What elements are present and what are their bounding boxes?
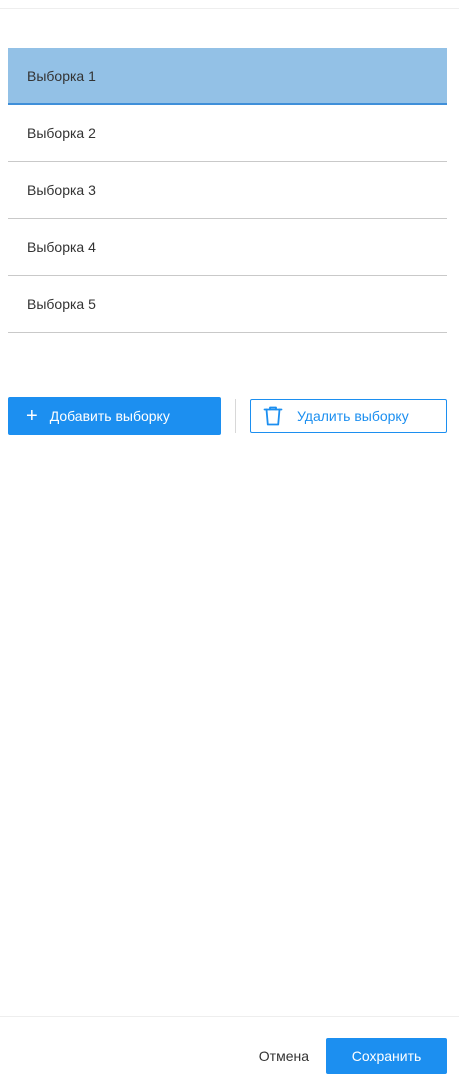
actions-divider — [235, 399, 236, 433]
sample-item-label: Выборка 3 — [27, 182, 96, 198]
dialog-footer: Отмена Сохранить — [0, 1038, 459, 1074]
trash-icon — [262, 405, 284, 427]
save-button[interactable]: Сохранить — [326, 1038, 447, 1074]
footer-divider — [0, 1016, 459, 1017]
delete-sample-label: Удалить выборку — [297, 408, 409, 424]
sample-item-label: Выборка 4 — [27, 239, 96, 255]
plus-icon: + — [26, 405, 38, 427]
sample-item-5[interactable]: Выборка 5 — [8, 276, 447, 333]
sample-item-label: Выборка 2 — [27, 125, 96, 141]
sample-item-2[interactable]: Выборка 2 — [8, 105, 447, 162]
add-sample-button[interactable]: + Добавить выборку — [8, 397, 221, 435]
sample-item-label: Выборка 5 — [27, 296, 96, 312]
sample-item-label: Выборка 1 — [27, 67, 96, 84]
sample-item-4[interactable]: Выборка 4 — [8, 219, 447, 276]
add-sample-label: Добавить выборку — [49, 408, 170, 424]
top-divider — [0, 8, 459, 9]
sample-actions: + Добавить выборку Удалить выборку — [8, 397, 447, 435]
sample-item-1[interactable]: Выборка 1 — [8, 48, 447, 105]
cancel-button[interactable]: Отмена — [219, 1038, 309, 1074]
delete-sample-button[interactable]: Удалить выборку — [250, 399, 447, 433]
sample-item-3[interactable]: Выборка 3 — [8, 162, 447, 219]
samples-list: Выборка 1 Выборка 2 Выборка 3 Выборка 4 … — [8, 48, 447, 333]
